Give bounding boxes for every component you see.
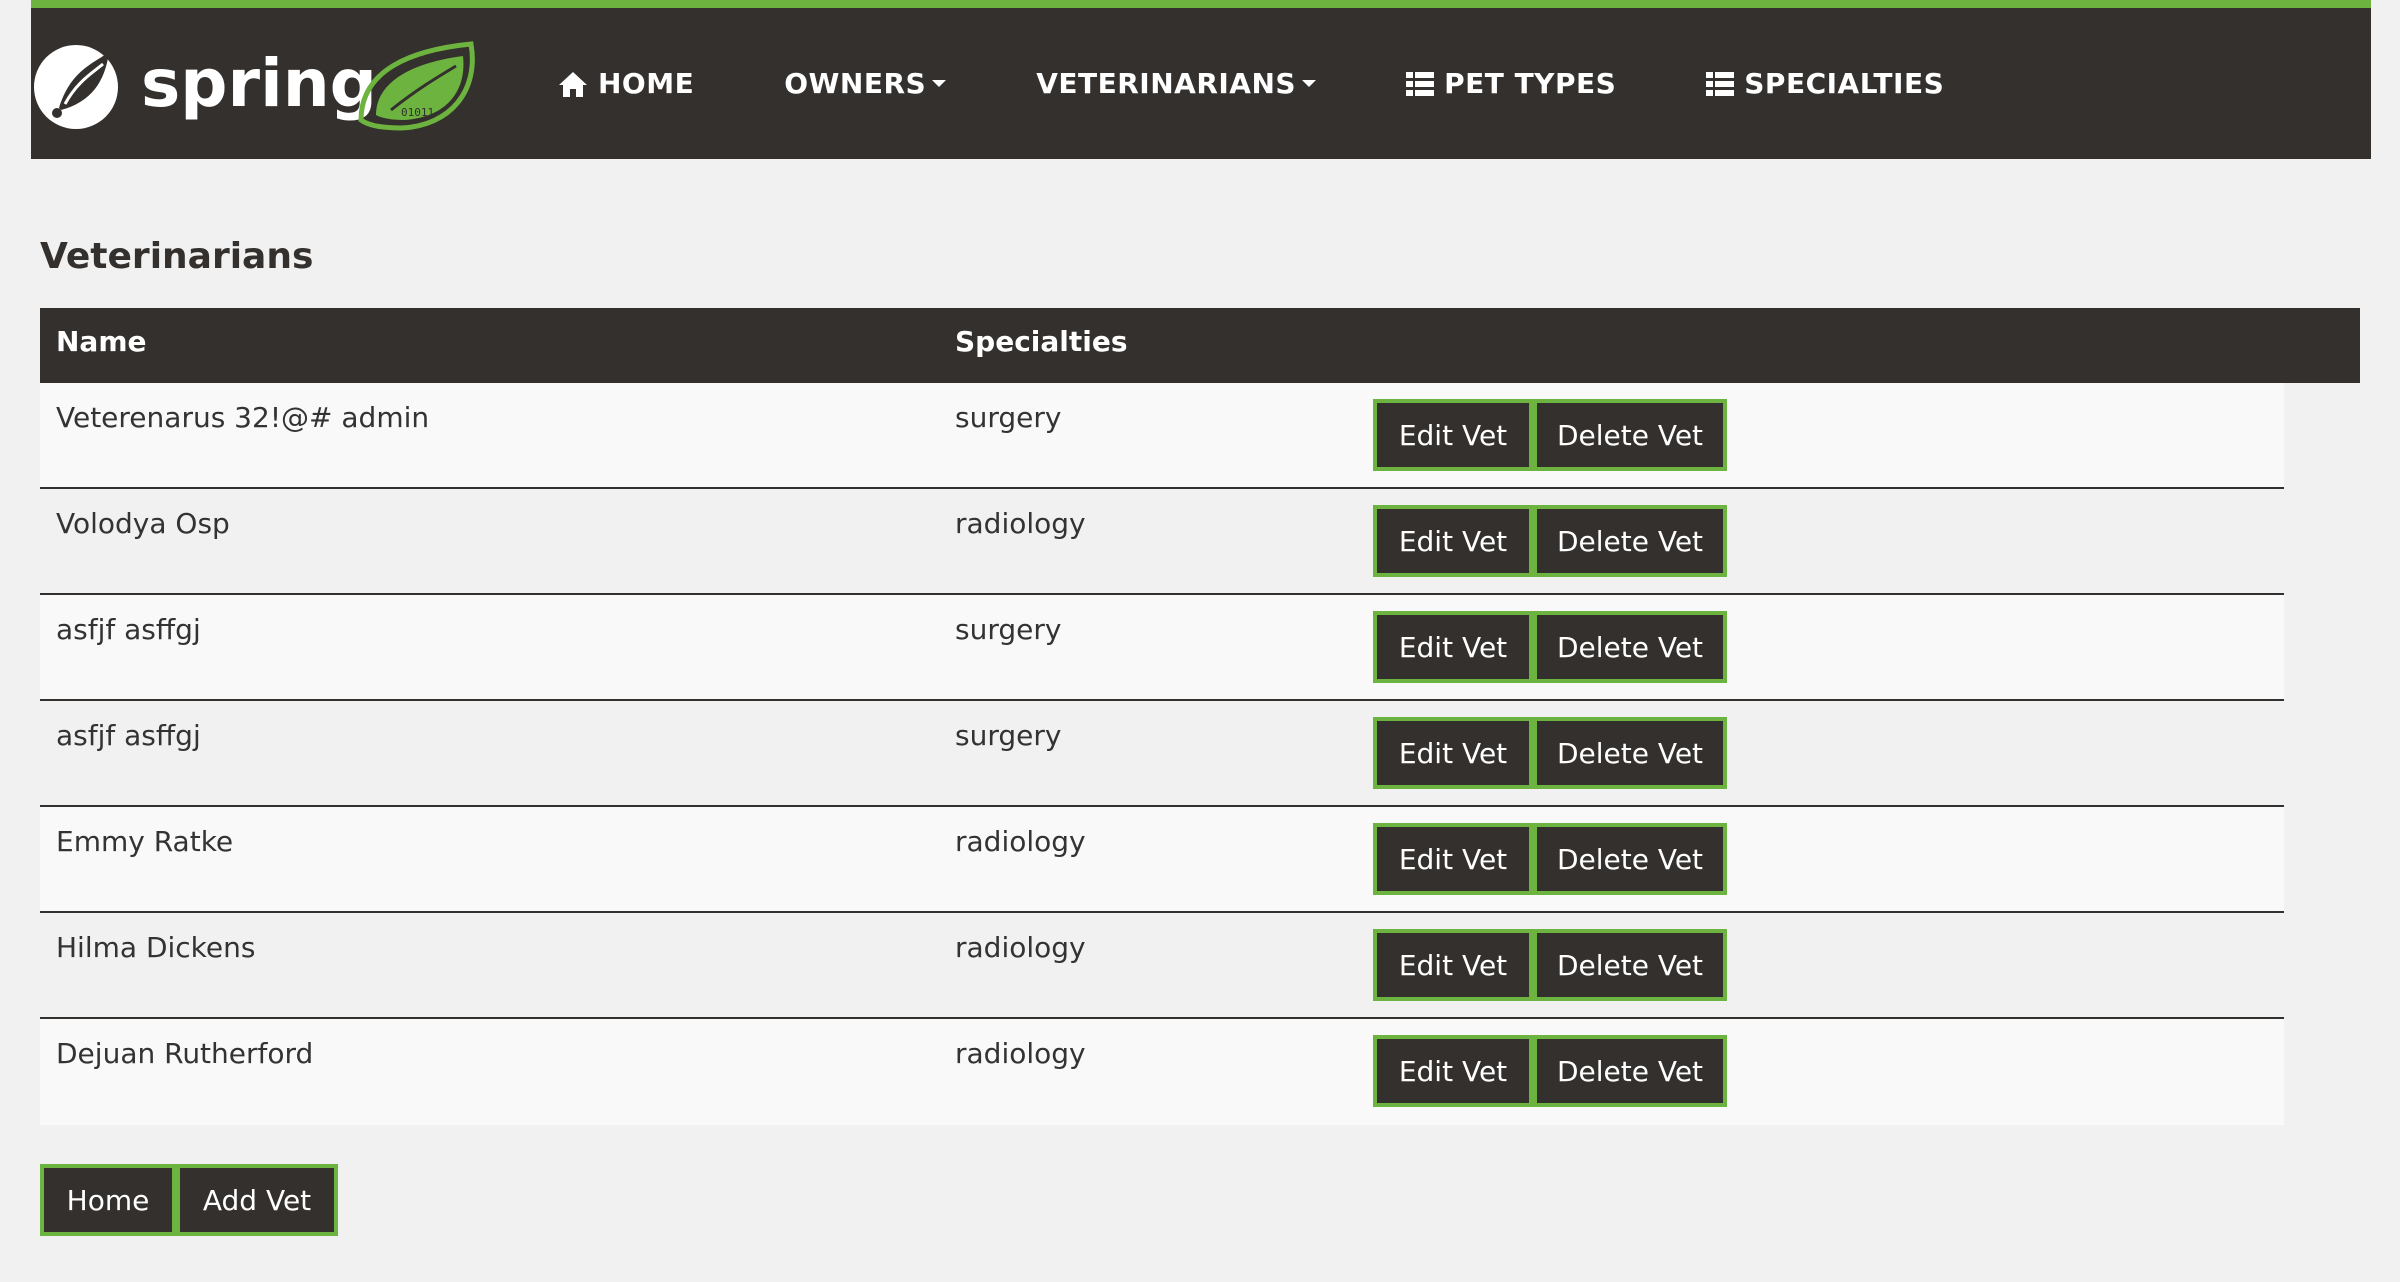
page-title: Veterinarians <box>40 236 314 277</box>
column-header-specialties: Specialties <box>955 325 1128 358</box>
vets-table-body: Veterenarus 32!@# admin surgery Edit Vet… <box>40 383 2284 1125</box>
vet-specialties: radiology <box>955 507 1086 540</box>
vet-name: asfjf asffgj <box>56 719 201 752</box>
vet-name: Veterenarus 32!@# admin <box>56 401 430 434</box>
nav-pet-types-label: PET TYPES <box>1444 67 1617 100</box>
nav-owners[interactable]: OWNERS <box>784 67 947 100</box>
svg-text:01011: 01011 <box>401 106 434 119</box>
svg-text:spring: spring <box>141 45 377 122</box>
vet-specialties: radiology <box>955 931 1086 964</box>
vet-name: Volodya Osp <box>56 507 230 540</box>
table-row: Dejuan Rutherford radiology Edit Vet Del… <box>40 1019 2284 1125</box>
table-header: Name Specialties <box>40 308 2360 383</box>
column-header-name: Name <box>56 325 147 358</box>
vet-name: Hilma Dickens <box>56 931 256 964</box>
row-actions: Edit Vet Delete Vet <box>1373 823 1727 895</box>
edit-vet-button[interactable]: Edit Vet <box>1373 717 1533 789</box>
nav-veterinarians-label: VETERINARIANS <box>1036 67 1297 100</box>
nav-pet-types[interactable]: PET TYPES <box>1406 67 1616 100</box>
nav-specialties[interactable]: SPECIALTIES <box>1706 67 1944 100</box>
delete-vet-button[interactable]: Delete Vet <box>1533 823 1727 895</box>
home-button[interactable]: Home <box>40 1164 176 1236</box>
caret-down-icon <box>932 80 947 87</box>
top-navbar: spring 01011 HOME OWNERS VETERINARIANS P… <box>31 0 2371 159</box>
main-nav: HOME OWNERS VETERINARIANS PET TYPES SPEC… <box>558 8 2034 159</box>
nav-specialties-label: SPECIALTIES <box>1744 67 1945 100</box>
home-icon <box>558 70 588 98</box>
edit-vet-button[interactable]: Edit Vet <box>1373 929 1533 1001</box>
vet-name: Dejuan Rutherford <box>56 1037 314 1070</box>
nav-home-label: HOME <box>598 67 695 100</box>
spring-circle-icon <box>34 45 118 129</box>
vet-name: Emmy Ratke <box>56 825 234 858</box>
table-row: Veterenarus 32!@# admin surgery Edit Vet… <box>40 383 2284 489</box>
leaf-icon: 01011 <box>358 41 475 131</box>
delete-vet-button[interactable]: Delete Vet <box>1533 505 1727 577</box>
edit-vet-button[interactable]: Edit Vet <box>1373 1035 1533 1107</box>
row-actions: Edit Vet Delete Vet <box>1373 399 1727 471</box>
delete-vet-button[interactable]: Delete Vet <box>1533 399 1727 471</box>
list-icon <box>1406 71 1435 97</box>
nav-veterinarians[interactable]: VETERINARIANS <box>1036 67 1317 100</box>
nav-owners-label: OWNERS <box>784 67 927 100</box>
delete-vet-button[interactable]: Delete Vet <box>1533 611 1727 683</box>
edit-vet-button[interactable]: Edit Vet <box>1373 505 1533 577</box>
vet-specialties: surgery <box>955 613 1062 646</box>
footer-actions: Home Add Vet <box>40 1164 338 1236</box>
caret-down-icon <box>1302 80 1317 87</box>
edit-vet-button[interactable]: Edit Vet <box>1373 611 1533 683</box>
row-actions: Edit Vet Delete Vet <box>1373 505 1727 577</box>
table-row: Emmy Ratke radiology Edit Vet Delete Vet <box>40 807 2284 913</box>
delete-vet-button[interactable]: Delete Vet <box>1533 717 1727 789</box>
edit-vet-button[interactable]: Edit Vet <box>1373 399 1533 471</box>
spring-logo[interactable]: spring 01011 <box>31 30 491 140</box>
row-actions: Edit Vet Delete Vet <box>1373 929 1727 1001</box>
row-actions: Edit Vet Delete Vet <box>1373 611 1727 683</box>
table-row: asfjf asffgj surgery Edit Vet Delete Vet <box>40 701 2284 807</box>
vet-specialties: surgery <box>955 401 1062 434</box>
row-actions: Edit Vet Delete Vet <box>1373 1035 1727 1107</box>
table-row: asfjf asffgj surgery Edit Vet Delete Vet <box>40 595 2284 701</box>
list-icon <box>1706 71 1735 97</box>
nav-home[interactable]: HOME <box>558 67 694 100</box>
vet-specialties: radiology <box>955 825 1086 858</box>
vet-specialties: surgery <box>955 719 1062 752</box>
edit-vet-button[interactable]: Edit Vet <box>1373 823 1533 895</box>
table-row: Hilma Dickens radiology Edit Vet Delete … <box>40 913 2284 1019</box>
row-actions: Edit Vet Delete Vet <box>1373 717 1727 789</box>
vet-specialties: radiology <box>955 1037 1086 1070</box>
delete-vet-button[interactable]: Delete Vet <box>1533 1035 1727 1107</box>
add-vet-button[interactable]: Add Vet <box>176 1164 338 1236</box>
page: spring 01011 HOME OWNERS VETERINARIANS P… <box>0 0 2400 1282</box>
table-row: Volodya Osp radiology Edit Vet Delete Ve… <box>40 489 2284 595</box>
vet-name: asfjf asffgj <box>56 613 201 646</box>
delete-vet-button[interactable]: Delete Vet <box>1533 929 1727 1001</box>
